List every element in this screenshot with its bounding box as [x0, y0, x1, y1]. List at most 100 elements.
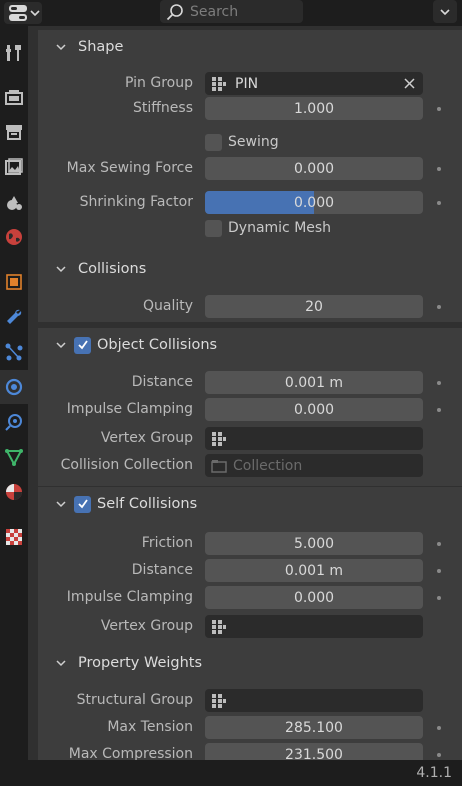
image-icon [5, 158, 23, 175]
tab-object-data[interactable] [0, 440, 28, 474]
keyframe-dot[interactable] [437, 167, 441, 171]
dynamic-mesh-checkbox[interactable] [205, 220, 222, 237]
tab-material[interactable] [0, 475, 28, 509]
max-tension-row: Max Tension 285.100 [38, 716, 462, 740]
keyframe-dot[interactable] [437, 542, 441, 546]
keyframe-dot[interactable] [437, 305, 441, 309]
dynamic-mesh-row: Dynamic Mesh [38, 218, 462, 242]
self-collisions-header[interactable]: Self Collisions [38, 487, 462, 521]
quality-field[interactable]: 20 [205, 295, 423, 318]
tab-object[interactable] [0, 265, 28, 299]
field-label: Friction [141, 535, 193, 551]
tool-icon [6, 45, 21, 61]
section-title: Object Collisions [97, 337, 218, 353]
field-label: Structural Group [76, 692, 193, 708]
field-label: Quality [142, 298, 193, 314]
vertex-group-icon [212, 619, 226, 634]
checkbox-label: Dynamic Mesh [228, 220, 332, 236]
keyframe-dot[interactable] [437, 201, 441, 205]
status-bar: 4.1.1 [0, 760, 462, 786]
keyframe-dot[interactable] [437, 569, 441, 573]
close-icon[interactable] [404, 78, 415, 89]
editor-type-button[interactable] [4, 2, 42, 24]
self-impulse-clamping-field[interactable]: 0.000 [205, 586, 423, 609]
pin-group-value: PIN [235, 75, 259, 92]
tab-modifiers[interactable] [0, 300, 28, 334]
keyframe-dot[interactable] [437, 753, 441, 757]
tab-tool[interactable] [0, 36, 28, 70]
self-vertex-group-field[interactable] [205, 615, 423, 638]
tab-render[interactable] [0, 80, 28, 114]
structural-group-field[interactable] [205, 689, 423, 712]
quality-row: Quality 20 [38, 295, 462, 319]
mesh-data-icon [5, 449, 23, 467]
field-label: Impulse Clamping [66, 401, 193, 417]
collisions-section: Collisions Quality 20 [38, 252, 462, 322]
self-impulse-clamping-row: Impulse Clamping 0.000 [38, 586, 462, 610]
checkbox-label: Sewing [228, 134, 279, 150]
keyframe-dot[interactable] [437, 726, 441, 730]
version-label: 4.1.1 [416, 765, 452, 781]
tab-output[interactable] [0, 115, 28, 149]
tab-scene[interactable] [0, 185, 28, 219]
collision-collection-field[interactable]: Collection [205, 454, 423, 477]
field-label: Max Tension [107, 719, 193, 735]
properties-tab-strip [0, 26, 28, 760]
pin-group-field[interactable]: PIN [205, 72, 423, 95]
tab-particles[interactable] [0, 335, 28, 369]
field-label: Stiffness [133, 100, 193, 116]
keyframe-dot[interactable] [437, 408, 441, 412]
chevron-down-icon [56, 660, 66, 667]
tab-world[interactable] [0, 220, 28, 254]
keyframe-dot[interactable] [437, 107, 441, 111]
distance-field[interactable]: 0.001 m [205, 371, 423, 394]
field-label: Vertex Group [100, 430, 193, 446]
tab-view-layer[interactable] [0, 150, 28, 184]
self-collisions-checkbox[interactable] [74, 495, 91, 513]
keyframe-dot[interactable] [437, 381, 441, 385]
collisions-header[interactable]: Collisions [38, 252, 462, 286]
field-value: 0.001 m [284, 562, 344, 579]
self-collisions-section: Self Collisions Friction 5.000 Distance … [38, 487, 462, 647]
field-label: Distance [131, 562, 193, 578]
vertex-group-field[interactable] [205, 427, 423, 450]
sewing-checkbox[interactable] [205, 134, 222, 151]
cloth-properties-panel[interactable]: Shape Pin Group PIN Stiffness 1.000 Sewi… [28, 26, 462, 760]
friction-field[interactable]: 5.000 [205, 532, 423, 555]
checkmark-icon [77, 340, 88, 350]
impulse-clamping-field[interactable]: 0.000 [205, 398, 423, 421]
max-tension-field[interactable]: 285.100 [205, 716, 423, 739]
section-title: Self Collisions [97, 496, 198, 512]
tab-constraints[interactable] [0, 405, 28, 439]
collision-collection-row: Collision Collection Collection [38, 454, 462, 478]
tab-physics[interactable] [0, 370, 28, 404]
impulse-clamping-row: Impulse Clamping 0.000 [38, 398, 462, 422]
property-weights-header[interactable]: Property Weights [38, 646, 462, 680]
shape-header[interactable]: Shape [38, 30, 462, 64]
chevron-down-icon [440, 8, 450, 15]
object-collisions-checkbox[interactable] [74, 336, 91, 354]
field-label: Shrinking Factor [79, 194, 193, 210]
chevron-down-icon [56, 44, 66, 51]
vertex-group-icon [212, 693, 226, 708]
options-dropdown-button[interactable] [433, 0, 457, 23]
object-collisions-header[interactable]: Object Collisions [38, 328, 462, 362]
max-compression-field[interactable]: 231.500 [205, 743, 423, 760]
field-label: Impulse Clamping [66, 589, 193, 605]
collection-icon [211, 459, 227, 473]
tab-texture[interactable] [0, 520, 28, 554]
field-value: 0.000 [293, 194, 335, 211]
vertex-group-icon [212, 76, 226, 91]
chevron-down-icon [30, 10, 40, 17]
max-sewing-force-row: Max Sewing Force 0.000 [38, 157, 462, 181]
constraints-icon [5, 414, 22, 431]
field-value: 0.000 [293, 401, 335, 418]
stiffness-field[interactable]: 1.000 [205, 97, 423, 120]
keyframe-dot[interactable] [437, 596, 441, 600]
self-distance-field[interactable]: 0.001 m [205, 559, 423, 582]
shrinking-factor-slider[interactable]: 0.000 [205, 191, 423, 214]
search-input[interactable]: Search [160, 0, 303, 23]
max-sewing-force-field[interactable]: 0.000 [205, 157, 423, 180]
field-value: 0.000 [293, 160, 335, 177]
chevron-down-icon [56, 501, 66, 508]
